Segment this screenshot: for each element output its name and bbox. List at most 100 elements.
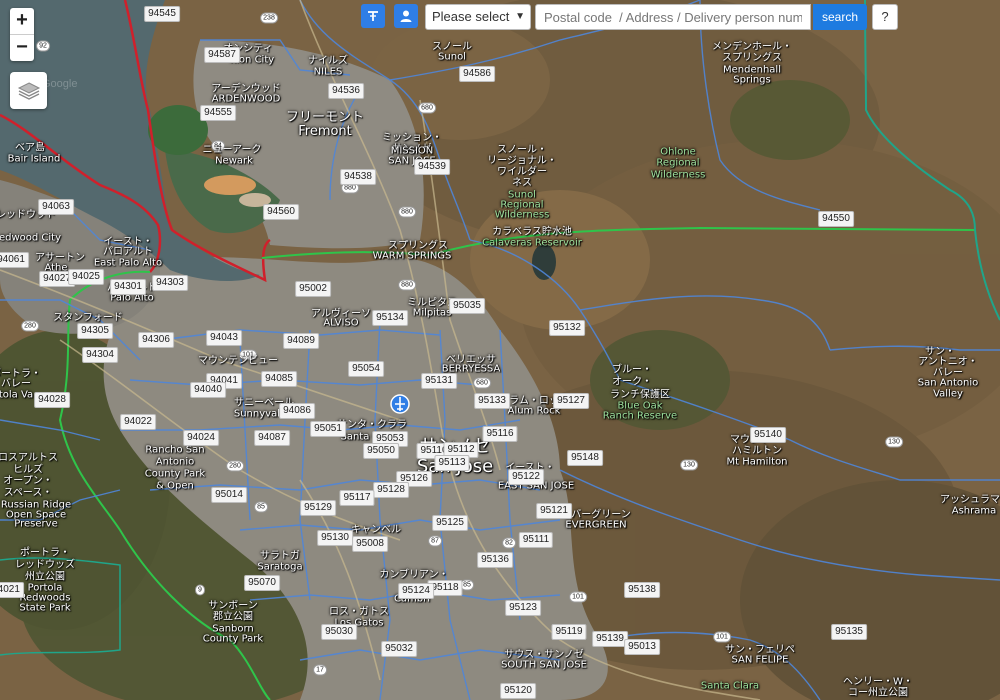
place-label: Fremont bbox=[298, 124, 352, 139]
zip-label[interactable]: 95013 bbox=[624, 639, 660, 655]
zip-label[interactable]: 95125 bbox=[432, 515, 468, 531]
zip-label[interactable]: 94085 bbox=[261, 371, 297, 387]
zip-label[interactable]: 94555 bbox=[200, 105, 236, 121]
zip-label[interactable]: 95002 bbox=[295, 281, 331, 297]
zip-label[interactable]: 95128 bbox=[373, 482, 409, 498]
zip-label[interactable]: 94301 bbox=[110, 279, 146, 295]
zip-label[interactable]: 94539 bbox=[414, 159, 450, 175]
place-label: リージョナル・ bbox=[487, 155, 557, 167]
zip-label[interactable]: 94061 bbox=[0, 252, 29, 268]
zip-label[interactable]: 95120 bbox=[500, 683, 536, 699]
zip-label[interactable]: 95117 bbox=[339, 490, 375, 506]
zip-label[interactable]: 95124 bbox=[398, 583, 434, 599]
place-label: カラベラス貯水池 bbox=[492, 226, 572, 238]
zip-label[interactable]: 94024 bbox=[183, 430, 219, 446]
route-shield: 101 bbox=[713, 631, 731, 643]
zip-label[interactable]: 95132 bbox=[549, 320, 585, 336]
place-label: キャンベル bbox=[351, 524, 401, 536]
zip-label[interactable]: 95136 bbox=[477, 552, 513, 568]
zip-label[interactable]: 94306 bbox=[138, 332, 174, 348]
zip-label[interactable]: 95119 bbox=[551, 624, 587, 640]
place-label: 郡立公園 bbox=[213, 611, 253, 623]
place-label: Regional bbox=[656, 157, 700, 169]
place-label: Saratoga bbox=[257, 561, 303, 573]
zip-label[interactable]: 95054 bbox=[348, 361, 384, 377]
zip-label[interactable]: 95051 bbox=[310, 421, 346, 437]
map-view[interactable] bbox=[0, 0, 1000, 700]
zip-label[interactable]: 95131 bbox=[421, 373, 457, 389]
route-shield: 238 bbox=[260, 12, 278, 24]
route-shield: 680 bbox=[473, 377, 491, 389]
layers-button[interactable] bbox=[10, 72, 47, 109]
zip-label[interactable]: 95139 bbox=[592, 631, 628, 647]
zip-label[interactable]: 94025 bbox=[68, 269, 104, 285]
zip-label[interactable]: 95035 bbox=[449, 298, 485, 314]
zip-label[interactable]: 94587 bbox=[204, 47, 240, 63]
zip-label[interactable]: 95140 bbox=[750, 427, 786, 443]
zip-label[interactable]: 94086 bbox=[279, 403, 315, 419]
zip-label[interactable]: 95135 bbox=[831, 624, 867, 640]
place-label: マウンテンビュー bbox=[198, 355, 278, 367]
zip-label[interactable]: 94550 bbox=[818, 211, 854, 227]
place-label: Newark bbox=[215, 155, 253, 167]
place-label: State Park bbox=[19, 602, 71, 614]
zip-label[interactable]: 95014 bbox=[211, 487, 247, 503]
zip-label[interactable]: 94303 bbox=[152, 275, 188, 291]
zoom-in-button[interactable]: + bbox=[10, 8, 34, 34]
place-label: County Park bbox=[144, 468, 206, 480]
zip-label[interactable]: 94586 bbox=[459, 66, 495, 82]
route-shield: 87 bbox=[428, 535, 442, 547]
help-button[interactable]: ? bbox=[872, 4, 898, 30]
zip-label[interactable]: 94545 bbox=[144, 6, 180, 22]
zip-label[interactable]: 94063 bbox=[38, 199, 74, 215]
zip-label[interactable]: 94536 bbox=[328, 83, 364, 99]
place-label: スペース・ bbox=[3, 487, 53, 499]
zip-label[interactable]: 95008 bbox=[352, 536, 388, 552]
zip-label[interactable]: 94043 bbox=[206, 330, 242, 346]
zip-label[interactable]: 94560 bbox=[263, 204, 299, 220]
zip-label[interactable]: 94040 bbox=[190, 382, 226, 398]
map-canvas[interactable] bbox=[0, 0, 1000, 700]
place-label: edwood City bbox=[0, 232, 62, 244]
zip-label[interactable]: 95050 bbox=[363, 443, 399, 459]
zip-label[interactable]: 94087 bbox=[254, 430, 290, 446]
place-label: オープン・ bbox=[3, 475, 53, 487]
zip-label[interactable]: 95113 bbox=[434, 455, 470, 471]
zip-label[interactable]: 94538 bbox=[340, 169, 376, 185]
zip-label[interactable]: 95130 bbox=[317, 530, 353, 546]
zip-label[interactable]: 94089 bbox=[283, 333, 319, 349]
place-label: ワイルダー bbox=[497, 166, 547, 178]
zip-label[interactable]: 95148 bbox=[567, 450, 603, 466]
zip-label[interactable]: 95030 bbox=[321, 624, 357, 640]
zip-label[interactable]: 95116 bbox=[482, 426, 518, 442]
zip-label[interactable]: 95032 bbox=[381, 641, 417, 657]
zip-label[interactable]: 95121 bbox=[536, 503, 572, 519]
place-label: ベア島 bbox=[15, 142, 45, 154]
route-shield: 17 bbox=[313, 664, 327, 676]
zip-label[interactable]: 94305 bbox=[77, 323, 113, 339]
category-select[interactable]: Please select ▼ bbox=[425, 4, 531, 30]
zip-label[interactable]: 94022 bbox=[120, 414, 156, 430]
person-button[interactable] bbox=[394, 4, 418, 28]
place-label: フリーモント bbox=[285, 110, 365, 125]
zip-label[interactable]: 94304 bbox=[82, 347, 118, 363]
zip-label[interactable]: 95138 bbox=[624, 582, 660, 598]
zip-label[interactable]: 95122 bbox=[508, 469, 544, 485]
zip-label[interactable]: 95133 bbox=[474, 393, 510, 409]
zip-label[interactable]: 95070 bbox=[244, 575, 280, 591]
zoom-out-button[interactable]: − bbox=[10, 34, 34, 61]
zip-label[interactable]: 95111 bbox=[518, 532, 554, 548]
search-button[interactable]: search bbox=[813, 4, 867, 30]
zip-label[interactable]: 95123 bbox=[505, 600, 541, 616]
layers-icon bbox=[17, 81, 40, 100]
zip-label[interactable]: 95127 bbox=[553, 393, 589, 409]
filter-button[interactable] bbox=[361, 4, 385, 28]
route-shield: 880 bbox=[398, 206, 416, 218]
salt-pond-orange bbox=[204, 175, 256, 195]
zip-label[interactable]: 94021 bbox=[0, 582, 24, 598]
place-label: Ashrama bbox=[951, 505, 997, 517]
search-input[interactable] bbox=[535, 4, 811, 30]
zip-label[interactable]: 95134 bbox=[372, 310, 408, 326]
zip-label[interactable]: 95129 bbox=[300, 500, 336, 516]
zip-label[interactable]: 94028 bbox=[34, 392, 70, 408]
